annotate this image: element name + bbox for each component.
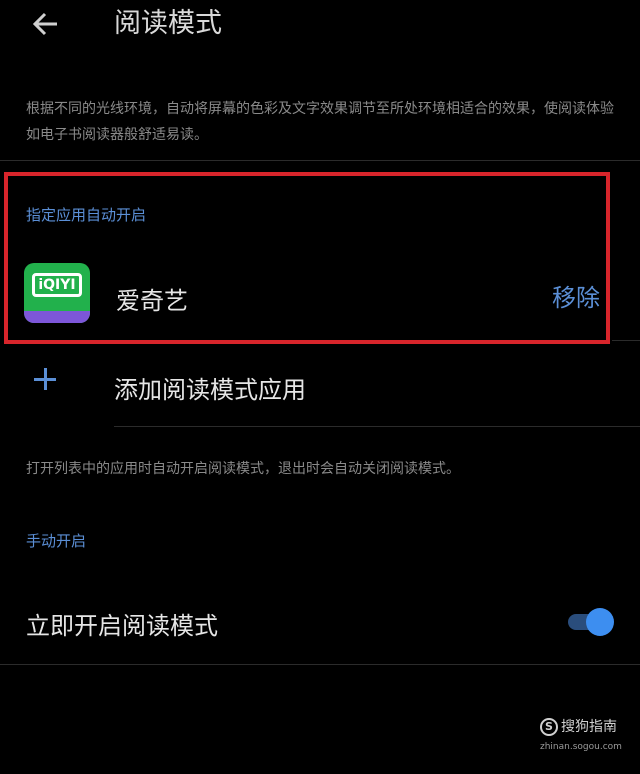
divider bbox=[114, 426, 640, 427]
plus-icon bbox=[34, 368, 56, 390]
watermark-url: zhinan.sogou.com bbox=[540, 742, 622, 752]
divider bbox=[612, 340, 640, 341]
iqiyi-app-icon: iQIYI bbox=[24, 263, 90, 323]
icon-strip bbox=[24, 311, 90, 323]
switch-knob bbox=[586, 608, 614, 636]
remove-button[interactable]: 移除 bbox=[552, 278, 600, 313]
reading-mode-switch[interactable] bbox=[566, 608, 614, 636]
description-text: 根据不同的光线环境，自动将屏幕的色彩及文字效果调节至所处环境相适合的效果，使阅读… bbox=[26, 101, 614, 143]
iqiyi-logo: iQIYI bbox=[32, 273, 82, 297]
toggle-row: 立即开启阅读模式 bbox=[0, 592, 640, 652]
app-list-item: iQIYI 爱奇艺 移除 bbox=[0, 245, 640, 335]
header: 阅读模式 bbox=[0, 0, 640, 60]
section-label-manual: 手动开启 bbox=[26, 532, 87, 550]
watermark: S 搜狗指南 zhinan.sogou.com bbox=[540, 718, 635, 762]
toggle-label: 立即开启阅读模式 bbox=[26, 612, 218, 640]
page-title: 阅读模式 bbox=[114, 8, 222, 39]
divider bbox=[0, 160, 640, 161]
add-app-label: 添加阅读模式应用 bbox=[114, 376, 306, 404]
auto-note-text: 打开列表中的应用时自动开启阅读模式，退出时会自动关闭阅读模式。 bbox=[26, 461, 460, 477]
divider bbox=[0, 664, 640, 665]
sogou-logo-icon: S bbox=[540, 718, 558, 736]
arrow-left-icon bbox=[32, 12, 57, 36]
watermark-text: 搜狗指南 bbox=[561, 719, 617, 735]
back-button[interactable] bbox=[28, 6, 64, 42]
app-name: 爱奇艺 bbox=[116, 287, 188, 315]
add-app-button[interactable]: 添加阅读模式应用 bbox=[0, 356, 640, 416]
